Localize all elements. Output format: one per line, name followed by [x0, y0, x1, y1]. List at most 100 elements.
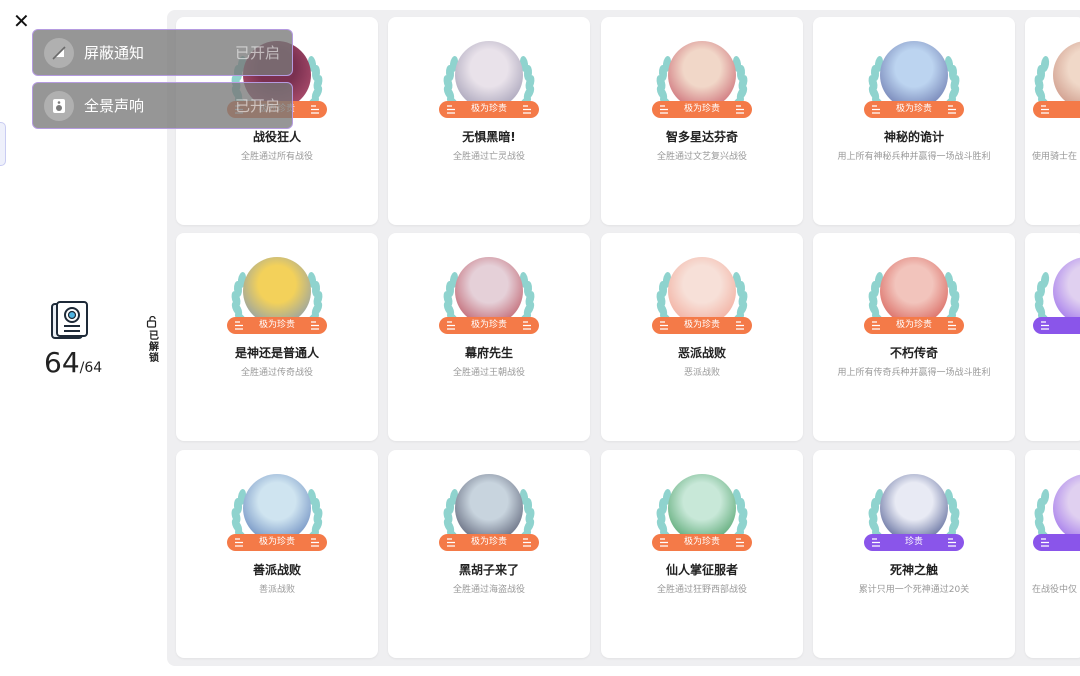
ribbon-lines-icon: [660, 538, 668, 547]
achievement-card[interactable]: 极为珍贵无惧黑暗! 全胜通过亡灵战役: [388, 17, 590, 225]
unlocked-filter-toggle[interactable]: 已解锁: [145, 316, 159, 363]
ribbon-lines-icon: [872, 538, 880, 547]
rarity-label: 极为珍贵: [683, 320, 720, 330]
speaker-icon: [44, 90, 74, 121]
achievement-card[interactable]: [1025, 233, 1080, 441]
achievement-card[interactable]: 极为珍贵神秘的诡计用上所有神秘兵种并赢得一场战斗胜利: [813, 17, 1015, 225]
achievement-avatar: [880, 41, 948, 109]
achievement-book-icon: [51, 301, 88, 339]
achievement-card[interactable]: 极为珍贵是神还是普通人全胜通过传奇战役: [176, 233, 378, 441]
achievement-title: 黑胡子来了: [458, 563, 519, 577]
ribbon-lines-icon: [948, 321, 956, 330]
achievement-title: 不朽传奇: [889, 346, 938, 360]
achievement-description: 用上所有传奇兵种并赢得一场战斗胜利: [837, 368, 991, 378]
achievement-avatar: [880, 474, 948, 542]
achievement-avatar: [880, 257, 948, 325]
achievement-description: 用上所有神秘兵种并赢得一场战斗胜利: [837, 152, 991, 162]
toast-label: 全景声响: [84, 97, 145, 115]
achievement-title: 神秘的诡计: [883, 130, 944, 144]
achievement-title: 智多星达芬奇: [665, 130, 738, 144]
achievement-avatar: [243, 257, 311, 325]
toast-state: 已开启: [234, 97, 280, 115]
achievement-avatar: [455, 257, 523, 325]
ribbon-lines-icon: [523, 105, 531, 114]
achievement-card[interactable]: 极为珍贵 恶派战败 恶派战败: [601, 233, 803, 441]
rarity-label: 极为珍贵: [470, 537, 507, 547]
achievement-description: 全胜通过文艺复兴战役: [656, 152, 747, 162]
toast-state: 已开启: [234, 44, 280, 62]
rarity-ribbon: 珍贵: [864, 534, 964, 551]
achievement-description: 累计只用一个死神通过20关: [858, 585, 970, 595]
achievement-description: 全胜通过亡灵战役: [452, 152, 525, 162]
achievement-description: 全胜通过海盗战役: [452, 585, 525, 595]
rarity-ribbon: 极为珍贵: [227, 317, 327, 334]
achievement-title: 是神还是普通人: [234, 346, 319, 360]
achievement-avatar: [455, 41, 523, 109]
rarity-ribbon: [1033, 534, 1080, 551]
ribbon-lines-icon: [523, 538, 531, 547]
toast-label: 屏蔽通知: [84, 44, 145, 62]
side-tab-handle[interactable]: [0, 122, 6, 166]
rarity-ribbon: 极为珍贵: [439, 317, 539, 334]
ribbon-lines-icon: [660, 321, 668, 330]
ribbon-lines-icon: [1041, 105, 1049, 114]
ribbon-lines-icon: [311, 538, 319, 547]
ribbon-lines-icon: [736, 105, 744, 114]
achievement-title: 幕府先生: [464, 346, 513, 360]
ribbon-lines-icon: [235, 538, 243, 547]
achievement-description: 全胜通过传奇战役: [240, 368, 313, 378]
achievement-card[interactable]: 使用骑士在: [1025, 17, 1080, 225]
rarity-label: 极为珍贵: [258, 320, 295, 330]
achievement-title: 恶派战败: [677, 346, 726, 360]
achievement-title: 善派战败: [252, 563, 301, 577]
ribbon-lines-icon: [872, 321, 880, 330]
total-count: /64: [79, 360, 103, 376]
toast-surround-sound[interactable]: 全景声响 已开启: [32, 82, 293, 129]
bell-off-icon: [44, 37, 74, 68]
rarity-label: 极为珍贵: [470, 104, 507, 114]
ribbon-lines-icon: [235, 321, 243, 330]
achievement-description: 善派战败: [258, 585, 295, 595]
achievement-title: 战役狂人: [252, 130, 301, 144]
rarity-ribbon: 极为珍贵: [439, 101, 539, 118]
achievement-card[interactable]: 极为珍贵智多星达芬奇全胜通过文艺复兴战役: [601, 17, 803, 225]
unlocked-filter-label: 已解锁: [146, 330, 158, 363]
ribbon-lines-icon: [948, 538, 956, 547]
achievement-avatar: [668, 474, 736, 542]
close-button[interactable]: ✕: [13, 10, 31, 32]
achievement-avatar: [455, 474, 523, 542]
ribbon-lines-icon: [872, 105, 880, 114]
ribbon-lines-icon: [311, 105, 319, 114]
achievement-title: 死神之触: [889, 563, 938, 577]
ribbon-lines-icon: [1041, 321, 1049, 330]
achievement-title: 无惧黑暗!: [462, 130, 516, 144]
achievement-avatar: [668, 257, 736, 325]
achievement-description: 在战役中仅: [1032, 585, 1078, 595]
achievement-avatar: [668, 41, 736, 109]
toast-mute-notifications[interactable]: 屏蔽通知 已开启: [32, 29, 293, 76]
ribbon-lines-icon: [523, 321, 531, 330]
achievement-card[interactable]: 珍贵死神之触累计只用一个死神通过20关: [813, 450, 1015, 658]
ribbon-lines-icon: [447, 538, 455, 547]
rarity-ribbon: 极为珍贵: [652, 534, 752, 551]
achievement-card[interactable]: 极为珍贵幕府先生全胜通过王朝战役: [388, 233, 590, 441]
rarity-label: 极为珍贵: [895, 104, 932, 114]
ribbon-lines-icon: [311, 321, 319, 330]
rarity-label: 极为珍贵: [683, 537, 720, 547]
ribbon-lines-icon: [447, 321, 455, 330]
rarity-label: 极为珍贵: [683, 104, 720, 114]
ribbon-lines-icon: [736, 538, 744, 547]
rarity-ribbon: 极为珍贵: [864, 317, 964, 334]
rarity-ribbon: 极为珍贵: [652, 101, 752, 118]
achievement-avatar: [243, 474, 311, 542]
unlocked-count: 64: [44, 346, 80, 379]
achievement-card[interactable]: 极为珍贵 善派战败 善派战败: [176, 450, 378, 658]
achievement-card[interactable]: 在战役中仅: [1025, 450, 1080, 658]
ribbon-lines-icon: [447, 105, 455, 114]
rarity-ribbon: 极为珍贵: [439, 534, 539, 551]
achievement-description: 全胜通过王朝战役: [452, 368, 525, 378]
achievement-card[interactable]: 极为珍贵不朽传奇用上所有传奇兵种并赢得一场战斗胜利: [813, 233, 1015, 441]
achievement-card[interactable]: 极为珍贵 仙人掌征服者 全胜通过狂野西部战役: [601, 450, 803, 658]
rarity-ribbon: [1033, 317, 1080, 334]
achievement-card[interactable]: 极为珍贵黑胡子来了全胜通过海盗战役: [388, 450, 590, 658]
